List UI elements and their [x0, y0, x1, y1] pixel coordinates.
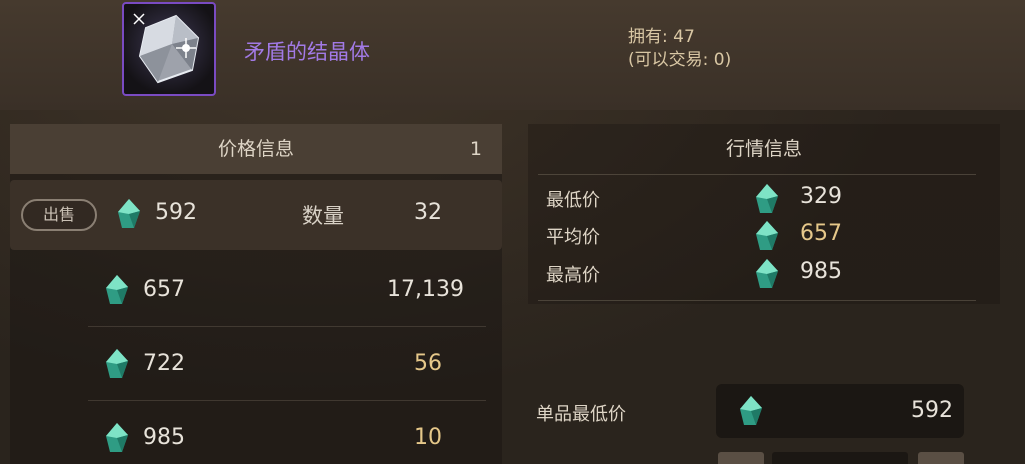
market-divider: [538, 174, 976, 175]
owned-total: 拥有: 47: [628, 27, 695, 47]
market-panel-title: 行情信息: [725, 138, 802, 160]
row-divider: [88, 400, 486, 401]
price-panel-header: 价格信息 1: [10, 124, 502, 174]
stat-label-max: 最高价: [546, 265, 600, 286]
crystal-icon: [133, 13, 200, 84]
item-name: 矛盾的结晶体: [244, 40, 370, 64]
gem-icon: [756, 259, 778, 288]
row-price: 722: [143, 351, 185, 376]
quantity-label: 数量: [302, 204, 344, 228]
gem-icon: [106, 275, 128, 304]
price-panel-title: 价格信息: [217, 138, 294, 160]
gem-icon: [740, 396, 762, 425]
row-qty: 17,139: [387, 277, 464, 302]
owned-count: 拥有: 47 (可以交易: 0): [628, 26, 731, 72]
unit-price-value: 592: [911, 398, 953, 423]
stat-label-avg: 平均价: [546, 227, 600, 248]
sell-button[interactable]: 出售: [21, 199, 97, 231]
gem-icon: [756, 184, 778, 213]
gem-icon: [118, 199, 140, 228]
row-price: 657: [143, 277, 185, 302]
increment-button[interactable]: [918, 452, 964, 464]
price-panel-count: 1: [469, 138, 482, 160]
row-qty: 10: [414, 425, 442, 450]
market-divider: [538, 300, 976, 301]
stat-value-max: 985: [800, 259, 842, 284]
stat-label-min: 最低价: [546, 190, 600, 211]
item-icon-frame: [122, 2, 216, 96]
row-price: 985: [143, 425, 185, 450]
stat-value-min: 329: [800, 184, 842, 209]
row-qty: 56: [414, 351, 442, 376]
row-qty: 32: [414, 200, 442, 225]
stat-value-avg: 657: [800, 221, 842, 246]
unit-price-label: 单品最低价: [536, 404, 626, 425]
gem-icon: [106, 423, 128, 452]
owned-tradable: (可以交易: 0): [628, 50, 732, 70]
gem-icon: [106, 349, 128, 378]
decrement-button[interactable]: [718, 452, 764, 464]
gem-icon: [756, 221, 778, 250]
quantity-input[interactable]: [772, 452, 908, 464]
row-price: 592: [155, 200, 197, 225]
row-divider: [88, 326, 486, 327]
